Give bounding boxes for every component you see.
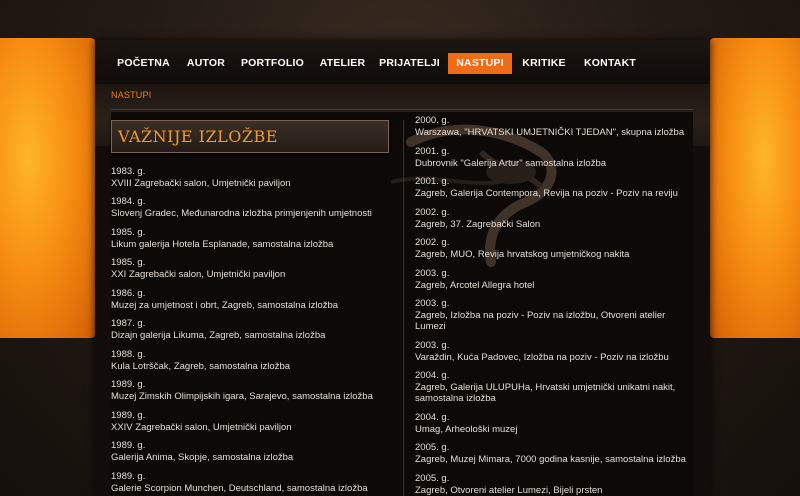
column-divider — [403, 120, 404, 496]
breadcrumb-divider — [111, 109, 693, 110]
list-item: 1988. g. Kula Lotrščak, Zagreb, samostaln… — [111, 349, 291, 372]
nav-nastupi[interactable]: NASTUPI — [448, 53, 512, 74]
nav-portfolio[interactable]: PORTFOLIO — [240, 53, 305, 74]
list-item: 1984. g. Slovenj Gradec, Međunarodna izlo… — [111, 196, 372, 219]
section-heading-box: VAŽNIJE IZLOŽBE — [111, 120, 389, 153]
left-decor-panel — [0, 38, 95, 338]
nav-pocetna[interactable]: POČETNA — [111, 53, 176, 74]
breadcrumb: NASTUPI — [111, 90, 152, 100]
list-item: 1989. g. Muzej Zimskih Olimpijskih igara,… — [111, 379, 373, 402]
list-item: 2003. g. Zagreb, Arcotel Allegra hotel — [415, 268, 535, 291]
list-item: 1983. g. XVIII Zagrebački salon, Umjetnič… — [111, 166, 291, 189]
list-item: 1985. g. XXI Zagrebački salon, Umjetnički… — [111, 257, 286, 280]
list-item: 2002. g. Zagreb, 37. Zagrebački Salon — [415, 207, 541, 230]
nav-autor[interactable]: AUTOR — [181, 53, 231, 74]
list-item: 1986. g. Muzej za umjetnost i obrt, Zagre… — [111, 288, 339, 311]
list-item: 1987. g. Dizajn galerija Likuma, Zagreb, … — [111, 318, 326, 341]
right-decor-panel — [710, 38, 800, 338]
list-item: 1989. g. XXIV Zagrebački salon, Umjetničk… — [111, 410, 292, 433]
list-item: 2003. g. Varaždin, Kuća Padovec, Izložba … — [415, 340, 669, 363]
list-item: 2001. g. Dubrovnik "Galerija Artur" samos… — [415, 146, 607, 169]
list-item: 2000. g. Warszawa, "HRVATSKI UMJETNIČKI T… — [415, 115, 685, 138]
nav-prijatelji[interactable]: PRIJATELJI — [377, 53, 442, 74]
list-item: 2004. g. Zagreb, Galerija ULUPUHa, Hrvats… — [415, 370, 676, 404]
content-area: VAŽNIJE IZLOŽBE 1983. g. XVIII Zagrebački… — [111, 112, 693, 496]
nav-atelier[interactable]: ATELIER — [315, 53, 370, 74]
list-item: 1989. g. Galerija Anima, Skopje, samostal… — [111, 440, 294, 463]
list-item: 2004. g. Umag, Arheološki muzej — [415, 412, 518, 435]
list-item: 1989. g. Galerie Scorpion Munchen, Deutsc… — [111, 471, 368, 494]
nav-kontakt[interactable]: KONTAKT — [580, 53, 640, 74]
main-nav: POČETNA AUTOR PORTFOLIO ATELIER PRIJATEL… — [95, 40, 710, 84]
page-title: VAŽNIJE IZLOŽBE — [118, 127, 278, 146]
list-item: 1985. g. Likum galerija Hotela Esplanade,… — [111, 227, 334, 250]
nav-kritike[interactable]: KRITIKE — [519, 53, 569, 74]
list-item: 2001. g. Zagreb, Galerija Contempora, Rev… — [415, 176, 678, 199]
list-item: 2002. g. Zagreb, MUO, Revija hrvatskog um… — [415, 237, 630, 260]
main-container: POČETNA AUTOR PORTFOLIO ATELIER PRIJATEL… — [95, 40, 710, 496]
list-item: 2005. g. Zagreb, Muzej Mimara, 7000 godin… — [415, 442, 686, 465]
list-item: 2003. g. Zagreb, Izložba na poziv - Poziv… — [415, 298, 666, 332]
list-item: 2005. g. Zagreb, Otvoreni atelier Lumezi,… — [415, 473, 603, 496]
